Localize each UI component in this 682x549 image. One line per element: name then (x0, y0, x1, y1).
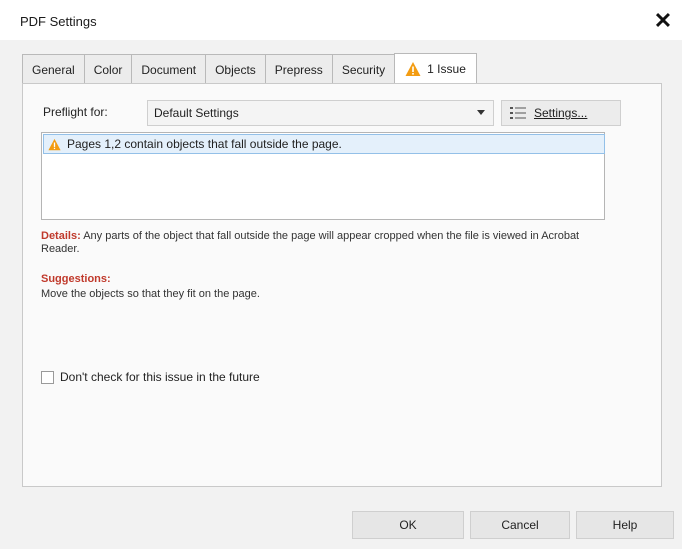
suggestions-label: Suggestions: (41, 273, 111, 285)
tab-objects[interactable]: Objects (205, 54, 266, 83)
cancel-button[interactable]: Cancel (470, 511, 570, 539)
window-title: PDF Settings (20, 14, 97, 29)
issue-text: Pages 1,2 contain objects that fall outs… (67, 137, 342, 151)
list-item[interactable]: Pages 1,2 contain objects that fall outs… (43, 134, 605, 154)
issues-list[interactable]: Pages 1,2 contain objects that fall outs… (41, 132, 605, 220)
details-text: Any parts of the object that fall outsid… (41, 230, 580, 255)
settings-button-label: Settings... (534, 106, 588, 120)
ok-button[interactable]: OK (352, 511, 464, 539)
settings-button[interactable]: Settings... (501, 100, 621, 126)
dont-check-label: Don't check for this issue in the future (60, 370, 260, 384)
chevron-down-icon (477, 110, 485, 115)
preflight-row: Preflight for: Default Settings Settings… (43, 100, 643, 126)
tab-general[interactable]: General (22, 54, 85, 83)
preflight-label: Preflight for: (43, 105, 108, 119)
details-label: Details: (41, 230, 81, 242)
close-button[interactable]: ✕ (650, 8, 676, 34)
title-bar: PDF Settings ✕ (0, 0, 682, 40)
tab-color[interactable]: Color (83, 54, 133, 83)
tab-bar: General Color Document Objects Prepress … (22, 53, 477, 84)
list-settings-icon (510, 107, 526, 119)
issues-panel: Preflight for: Default Settings Settings… (22, 83, 662, 487)
tab-security[interactable]: Security (331, 54, 396, 83)
pdf-settings-dialog: PDF Settings ✕ General Color Document Ob… (0, 0, 682, 549)
tab-issues-label: 1 Issue (427, 62, 466, 76)
dont-check-option[interactable]: Don't check for this issue in the future (41, 370, 260, 384)
close-icon: ✕ (653, 8, 673, 33)
tab-document[interactable]: Document (131, 54, 207, 83)
tab-issues[interactable]: 1 Issue (394, 53, 477, 84)
help-button[interactable]: Help (576, 511, 674, 539)
warning-icon (48, 138, 61, 150)
warning-icon (405, 62, 421, 76)
tab-prepress[interactable]: Prepress (264, 54, 333, 83)
suggestions-text: Move the objects so that they fit on the… (41, 288, 260, 300)
preflight-select-value: Default Settings (154, 106, 239, 120)
preflight-select[interactable]: Default Settings (147, 100, 494, 126)
dont-check-checkbox[interactable] (41, 370, 54, 384)
details-section: Details: Any parts of the object that fa… (41, 230, 601, 256)
